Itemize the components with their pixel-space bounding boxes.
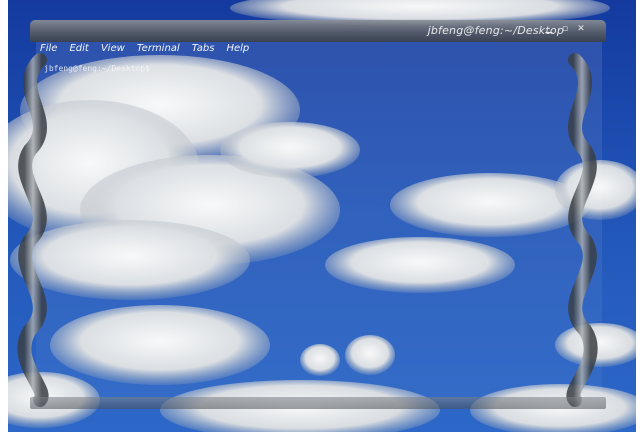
screen-border-left <box>0 0 8 432</box>
menu-file[interactable]: File <box>40 43 57 59</box>
menu-view[interactable]: View <box>101 43 125 59</box>
menu-help[interactable]: Help <box>226 43 249 59</box>
menu-terminal[interactable]: Terminal <box>137 43 180 59</box>
minimize-icon[interactable]: ▁ <box>544 24 554 34</box>
maximize-icon[interactable]: ▫ <box>560 24 570 34</box>
menu-bar: File Edit View Terminal Tabs Help <box>40 43 249 59</box>
menu-tabs[interactable]: Tabs <box>192 43 215 59</box>
screen-border-right <box>636 0 644 432</box>
menu-edit[interactable]: Edit <box>69 43 88 59</box>
window-bottom-edge <box>30 397 606 409</box>
close-icon[interactable]: ✕ <box>576 24 586 34</box>
terminal-prompt[interactable]: jbfeng@feng:~/Desktop$ <box>44 64 150 73</box>
desktop: jbfeng@feng:~/Desktop ▁ ▫ ✕ File Edit Vi… <box>0 0 644 432</box>
